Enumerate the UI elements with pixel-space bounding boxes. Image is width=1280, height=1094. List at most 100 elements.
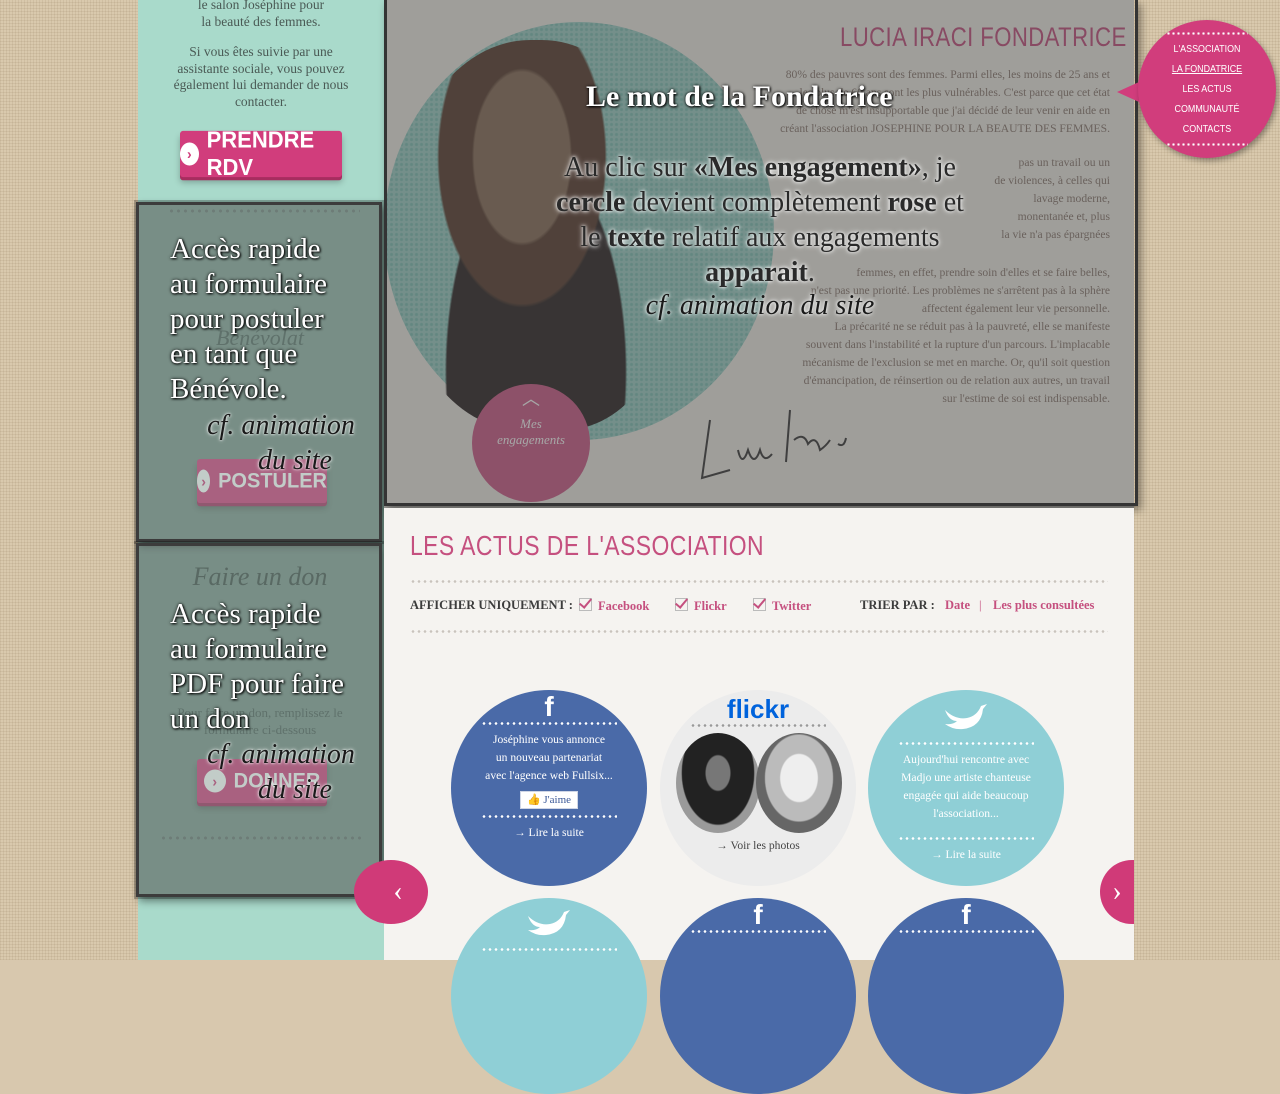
- dotted-divider: [410, 630, 1108, 633]
- dotted-divider: [410, 580, 1108, 583]
- sidebar-intro-text: le salon Joséphine pour la beauté des fe…: [146, 0, 376, 124]
- nav-pointer: [1117, 82, 1139, 102]
- twitter-bird-icon: [528, 910, 570, 936]
- nav-item-actus[interactable]: LES ACTUS: [1148, 79, 1265, 99]
- news-prev-button[interactable]: ‹: [354, 860, 428, 924]
- donation-sub-2: du site: [258, 774, 332, 805]
- twitter-bird-icon: [945, 704, 987, 730]
- news-card-twitter-2[interactable]: [451, 898, 647, 1094]
- news-card-facebook[interactable]: f Joséphine vous annonce un nouveau part…: [451, 690, 647, 886]
- overlay-text-bold: rose: [887, 187, 937, 218]
- donation-line-4: un don: [170, 703, 250, 735]
- flickr-photo-2: [756, 733, 842, 833]
- dotted-divider: [1166, 143, 1248, 146]
- assist-line-2: assistante sociale, vous pouvez: [177, 60, 345, 76]
- volunteer-sub-2: du site: [258, 445, 332, 476]
- assist-line-1: Si vous êtes suivie par une: [189, 44, 333, 59]
- nav-item-fondatrice[interactable]: LA FONDATRICE: [1148, 59, 1265, 79]
- overlay-body-line-1: Au clic sur «Mes engagement», je: [500, 150, 1020, 185]
- like-button[interactable]: 👍 J'aime: [519, 791, 579, 809]
- main-nav: L'ASSOCIATION LA FONDATRICE LES ACTUS CO…: [1138, 20, 1276, 158]
- donation-sub-1: cf. animation: [207, 739, 355, 770]
- dotted-divider: [160, 836, 364, 840]
- filter-twitter[interactable]: Twitter: [753, 598, 811, 614]
- founder-overlay-body: Au clic sur «Mes engagement», je cercle …: [500, 150, 1020, 290]
- nav-item-association[interactable]: L'ASSOCIATION: [1148, 39, 1265, 59]
- read-more-link[interactable]: → Lire la suite: [451, 824, 647, 842]
- card-text-line: un nouveau partenariat: [495, 751, 603, 764]
- volunteer-line-5: Bénévole.: [170, 373, 287, 405]
- overlay-body-line-3: le texte relatif aux engagements: [500, 220, 1020, 255]
- filter-flickr[interactable]: Flickr: [675, 598, 727, 614]
- view-photos-link[interactable]: → Voir les photos: [660, 837, 856, 855]
- overlay-body-line-4: apparait.: [500, 255, 1020, 290]
- card-text-line: Madjo une artiste chanteuse: [901, 771, 1031, 784]
- checkbox-icon: [753, 598, 766, 611]
- card-text-line: Aujourd'hui rencontre avec: [902, 753, 1030, 766]
- thumbs-up-icon: 👍: [526, 794, 541, 806]
- nav-item-contacts[interactable]: CONTACTS: [1148, 119, 1265, 139]
- dotted-divider: [481, 722, 617, 725]
- like-label: J'aime: [543, 794, 572, 806]
- filter-flickr-label: Flickr: [694, 599, 727, 613]
- dotted-divider: [898, 837, 1034, 840]
- dotted-divider: [898, 930, 1034, 933]
- donation-line-1: Accès rapide: [170, 598, 321, 630]
- volunteer-sub-1: cf. animation: [207, 410, 355, 441]
- flickr-photos: [660, 733, 856, 833]
- intro-line-1: le salon Joséphine pour: [197, 0, 325, 12]
- dotted-divider: [168, 209, 360, 213]
- news-card-twitter[interactable]: Aujourd'hui rencontre avec Madjo une art…: [868, 690, 1064, 886]
- overlay-text: relatif aux engagements: [665, 222, 940, 253]
- dotted-divider: [481, 948, 617, 951]
- overlay-text: et: [936, 187, 964, 218]
- donation-line-3: PDF pour faire: [170, 668, 344, 700]
- donation-title: Faire un don: [192, 562, 328, 591]
- prendre-rdv-label: PRENDRE RDV: [206, 126, 315, 181]
- news-card-facebook-2[interactable]: f: [660, 898, 856, 1094]
- nav-item-communaute[interactable]: COMMUNAUTÉ: [1148, 99, 1265, 119]
- sort-label-text: TRIER PAR :: [860, 598, 935, 612]
- overlay-text-bold: texte: [607, 222, 666, 253]
- dotted-divider: [481, 815, 617, 818]
- checkbox-icon: [675, 598, 688, 611]
- dotted-divider: [690, 930, 826, 933]
- chevron-left-icon: ‹: [393, 876, 403, 907]
- founder-overlay-sub: cf. animation du site: [645, 290, 875, 321]
- overlay-text-bold: apparait: [705, 257, 808, 288]
- overlay-text: le: [580, 222, 608, 253]
- news-card-flickr[interactable]: flickr → Voir les photos: [660, 690, 856, 886]
- sort-most-viewed[interactable]: Les plus consultées: [993, 598, 1094, 613]
- filter-facebook-label: Facebook: [598, 599, 650, 613]
- chevron-right-icon: ›: [180, 142, 199, 166]
- flickr-photo-1: [676, 733, 760, 833]
- card-text-line: avec l'agence web Fullsix...: [485, 769, 613, 782]
- volunteer-overlay-sub: cf. animation du site: [186, 408, 376, 478]
- news-card-facebook-3[interactable]: f: [868, 898, 1064, 1094]
- overlay-text: .: [807, 257, 815, 288]
- chevron-right-icon: ›: [1112, 876, 1122, 907]
- checkbox-icon: [579, 598, 592, 611]
- filter-twitter-label: Twitter: [772, 599, 812, 613]
- overlay-text: , je: [921, 152, 956, 183]
- filter-label: AFFICHER UNIQUEMENT :: [410, 598, 573, 613]
- prendre-rdv-button[interactable]: › PRENDRE RDV: [180, 127, 342, 180]
- volunteer-line-3: pour postuler: [170, 303, 324, 335]
- donation-overlay-text: Accès rapide au formulaire PDF pour fair…: [170, 597, 380, 737]
- dotted-divider: [1166, 32, 1248, 35]
- assist-line-3: également lui demander de nous: [173, 77, 349, 92]
- volunteer-overlay-text: Accès rapide au formulaire pour postuler…: [170, 232, 380, 407]
- dotted-divider: [690, 724, 826, 727]
- filter-facebook[interactable]: Facebook: [579, 598, 649, 614]
- overlay-text-bold: cercle: [556, 187, 626, 218]
- founder-overlay-title: Le mot de la Fondatrice: [586, 80, 893, 113]
- sort-label: TRIER PAR :: [860, 598, 935, 613]
- overlay-text: devient complètement: [625, 187, 888, 218]
- card-text-line: l'association...: [933, 807, 999, 820]
- overlay-text: Au clic sur: [564, 152, 694, 183]
- sort-date[interactable]: Date: [945, 598, 970, 613]
- filter-label-text: AFFICHER UNIQUEMENT :: [410, 598, 573, 612]
- donation-overlay-sub: cf. animation du site: [186, 737, 376, 807]
- card-text-line: engagée qui aide beaucoup: [903, 789, 1029, 802]
- news-title: LES ACTUS DE L'ASSOCIATION: [410, 530, 765, 561]
